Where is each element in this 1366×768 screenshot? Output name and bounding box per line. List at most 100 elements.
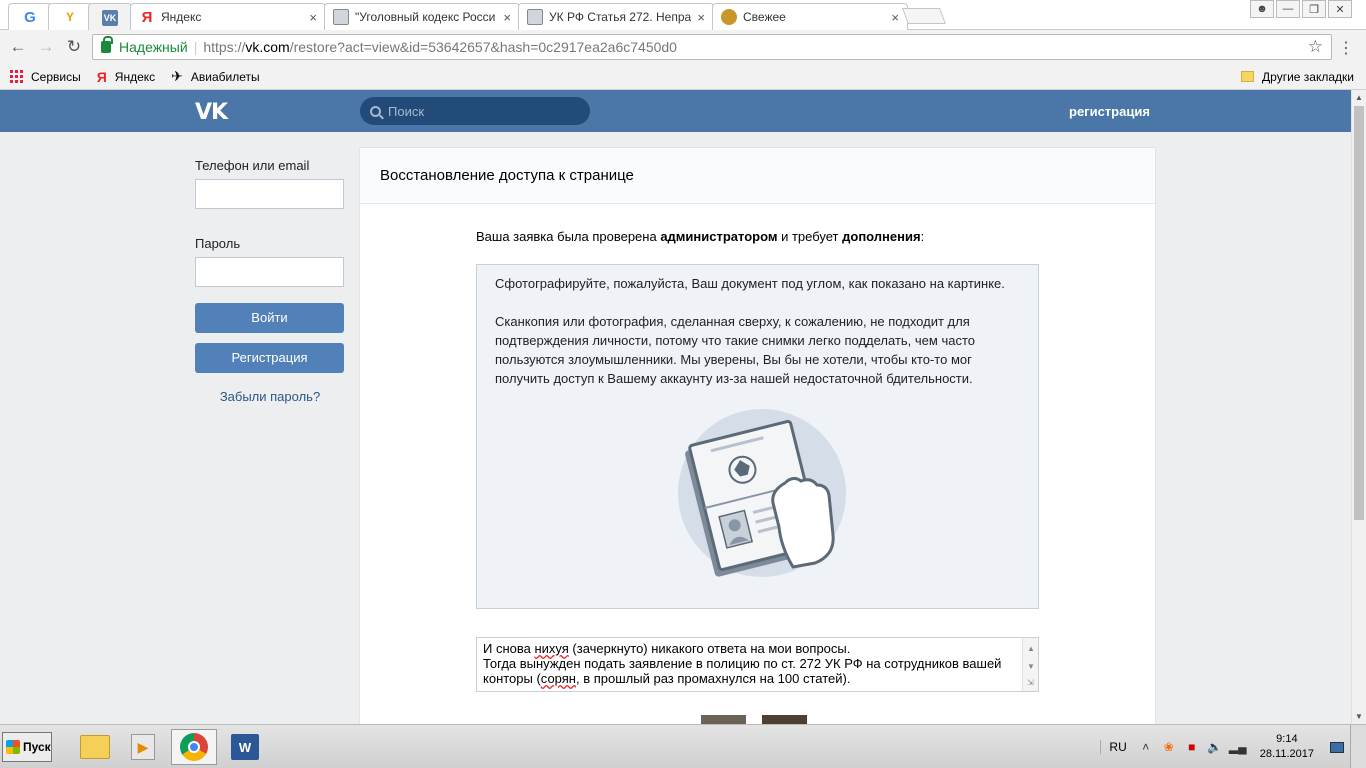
page-scrollbar[interactable]: ▲ ▼	[1351, 90, 1366, 724]
minimize-button[interactable]: —	[1276, 0, 1300, 18]
bookmark-label: Сервисы	[31, 69, 81, 84]
reply-text: И снова	[483, 641, 535, 656]
taskbar-explorer[interactable]	[72, 729, 118, 765]
tab-yandex-pinned[interactable]: Y	[48, 3, 92, 30]
folder-icon	[1241, 71, 1255, 82]
monitor-icon[interactable]	[1330, 741, 1344, 753]
scroll-down-icon[interactable]: ▼	[1027, 659, 1035, 674]
google-icon: G	[24, 8, 36, 26]
yandex-icon: Я	[141, 8, 153, 26]
bookmark-avia[interactable]: ✈ Авиабилеты	[171, 68, 259, 85]
tab-yandex[interactable]: Я Яндекс ×	[130, 3, 326, 30]
network-icon[interactable]: ▂▄	[1229, 740, 1247, 754]
vk-logo[interactable]: VK	[195, 100, 228, 125]
intro-suffix: :	[920, 229, 925, 244]
reply-line-3: конторы (сорян, в прошлый раз промахнулс…	[483, 671, 1018, 686]
reply-text: Тогда вынужден подать заявление в полици…	[483, 656, 1002, 671]
other-bookmarks[interactable]: Другие закладки	[1241, 70, 1354, 84]
tab-vk[interactable]: VK	[88, 3, 132, 31]
omnibox-separator: |	[193, 39, 198, 55]
chevron-up-icon[interactable]: ˄	[1139, 740, 1153, 754]
tab-criminal-code[interactable]: "Уголовный кодекс Росси ×	[324, 3, 520, 30]
scroll-down-icon[interactable]: ▼	[1355, 712, 1363, 721]
windows-icon	[6, 740, 20, 754]
restore-button[interactable]: ❐	[1302, 0, 1326, 18]
intro-admin: администратором	[660, 229, 778, 244]
apps-icon	[10, 70, 23, 83]
register-button[interactable]: Регистрация	[195, 343, 344, 373]
tab-title: УК РФ Статья 272. Непра	[549, 10, 692, 24]
start-button[interactable]: Пуск	[2, 732, 52, 762]
tab-title: "Уголовный кодекс Росси	[355, 10, 496, 24]
tab-strip: G Y VK Я Яндекс × "Уголовный кодекс Росс…	[0, 0, 1366, 31]
system-tray: RU ˄ ❀ ■ 🔈 ▂▄ 9:14 28.11.2017	[1100, 725, 1366, 768]
taskbar-media-player[interactable]: ▶	[120, 729, 166, 765]
close-icon[interactable]: ×	[697, 10, 705, 25]
close-icon[interactable]: ×	[309, 10, 317, 25]
new-tab-button[interactable]	[902, 8, 946, 24]
taskbar-chrome[interactable]	[171, 729, 217, 765]
login-button[interactable]: Войти	[195, 303, 344, 333]
vk-icon: VK	[102, 9, 118, 26]
register-link[interactable]: регистрация	[1069, 104, 1150, 119]
vk-header: VK регистрация	[0, 90, 1351, 132]
word-icon: W	[231, 734, 259, 760]
volume-icon[interactable]: 🔈	[1207, 740, 1222, 754]
intro-mid: и требует	[777, 229, 843, 244]
forward-icon[interactable]: →	[36, 37, 56, 57]
textarea-scrollbar[interactable]: ▲ ▼ ⇲	[1022, 638, 1038, 691]
language-indicator[interactable]: RU	[1100, 740, 1127, 754]
resize-handle-icon[interactable]: ⇲	[1027, 675, 1034, 690]
close-icon[interactable]: ×	[503, 10, 511, 25]
address-bar[interactable]: Надежный | https://vk.com/restore?act=vi…	[92, 34, 1332, 60]
clock[interactable]: 9:14 28.11.2017	[1260, 732, 1314, 762]
scroll-up-icon[interactable]: ▲	[1027, 641, 1035, 656]
reply-text: , в прошлый раз промахнулся на 100 стате…	[575, 671, 851, 686]
url-host: vk.com	[245, 39, 290, 55]
avast-icon[interactable]: ❀	[1162, 740, 1176, 754]
passport-photo-illustration	[678, 409, 846, 577]
tab-article-272[interactable]: УК РФ Статья 272. Непра ×	[518, 3, 714, 30]
yandex-browser-icon: Y	[65, 10, 74, 24]
menu-icon[interactable]: ⋮	[1338, 38, 1354, 58]
show-desktop-button[interactable]	[1350, 725, 1366, 768]
close-window-button[interactable]: ✕	[1328, 0, 1352, 18]
reply-text: конторы (	[483, 671, 541, 686]
intro-prefix: Ваша заявка была проверена	[476, 229, 661, 244]
password-input[interactable]	[195, 257, 344, 287]
taskbar: Пуск ▶ W RU ˄ ❀ ■ 🔈 ▂▄ 9:14 28.11.2017	[0, 724, 1366, 768]
bookmarks-bar: Сервисы Я Яндекс ✈ Авиабилеты Другие зак…	[0, 64, 1366, 90]
reply-textarea[interactable]: И снова нихуя (зачеркнуто) никакого отве…	[476, 637, 1039, 692]
scroll-up-icon[interactable]: ▲	[1355, 93, 1363, 102]
security-icon[interactable]: ■	[1185, 740, 1199, 754]
secure-label: Надежный	[119, 39, 188, 55]
phone-input[interactable]	[195, 179, 344, 209]
scroll-thumb[interactable]	[1354, 106, 1364, 520]
back-icon[interactable]: ←	[8, 37, 28, 57]
close-icon[interactable]: ×	[891, 10, 899, 25]
bookmark-label: Авиабилеты	[190, 69, 260, 84]
user-icon[interactable]: ☻	[1250, 0, 1274, 18]
yandex-icon: Я	[96, 68, 107, 85]
review-status-text: Ваша заявка была проверена администратор…	[476, 229, 924, 244]
reply-text: (зачеркнуто) никакого ответа на мои вопр…	[568, 641, 851, 656]
instruction-text: Сфотографируйте, пожалуйста, Ваш докумен…	[495, 276, 1005, 291]
bookmark-star-icon[interactable]: ☆	[1308, 37, 1323, 57]
tab-google[interactable]: G	[8, 3, 52, 30]
search-icon	[370, 105, 381, 117]
reply-text-misspelled: нихуя	[534, 641, 569, 656]
bookmark-yandex[interactable]: Я Яндекс	[97, 69, 155, 85]
intro-addition: дополнения	[842, 229, 921, 244]
forgot-password-link[interactable]: Забыли пароль?	[195, 389, 345, 404]
instruction-box: Сфотографируйте, пожалуйста, Ваш докумен…	[476, 264, 1039, 609]
bookmark-services[interactable]: Сервисы	[10, 70, 81, 84]
search-input[interactable]	[388, 103, 578, 119]
reply-line-2: Тогда вынужден подать заявление в полици…	[483, 656, 1018, 671]
tab-fresh[interactable]: Свежее ×	[712, 3, 908, 30]
reload-icon[interactable]: ↻	[64, 37, 84, 57]
explanation-text: Сканкопия или фотография, сделанная свер…	[495, 314, 975, 386]
fresh-icon	[721, 9, 737, 25]
search-box[interactable]	[360, 97, 590, 125]
tab-title: Яндекс	[161, 10, 202, 24]
taskbar-word[interactable]: W	[222, 729, 268, 765]
